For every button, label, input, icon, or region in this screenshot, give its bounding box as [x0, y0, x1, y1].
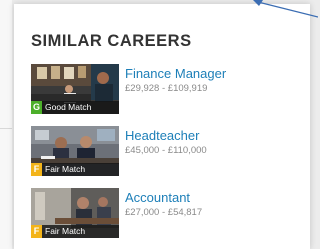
- match-label: Fair Match: [45, 226, 86, 236]
- salary-range: £45,000 - £110,000: [125, 145, 207, 156]
- match-code: F: [31, 225, 42, 238]
- match-badge: F Fair Match: [31, 225, 119, 238]
- career-name-link[interactable]: Finance Manager: [125, 66, 226, 81]
- career-name-link[interactable]: Headteacher: [125, 128, 199, 143]
- salary-range: £27,000 - £54,817: [125, 207, 203, 218]
- similar-careers-panel: SIMILAR CAREERS G Good Match Finance Man…: [14, 4, 310, 249]
- career-item[interactable]: G Good Match Finance Manager £29,928 - £…: [31, 64, 301, 114]
- match-badge: G Good Match: [31, 101, 119, 114]
- underlying-page-edge: [0, 0, 12, 249]
- career-item[interactable]: F Fair Match Headteacher £45,000 - £110,…: [31, 126, 301, 176]
- match-label: Fair Match: [45, 164, 86, 174]
- match-badge: F Fair Match: [31, 163, 119, 176]
- match-code: F: [31, 163, 42, 176]
- salary-range: £29,928 - £109,919: [125, 83, 208, 94]
- career-item[interactable]: F Fair Match Accountant £27,000 - £54,81…: [31, 188, 301, 238]
- career-thumbnail[interactable]: F Fair Match: [31, 126, 119, 176]
- divider: [0, 128, 12, 129]
- match-label: Good Match: [45, 102, 92, 112]
- career-thumbnail[interactable]: G Good Match: [31, 64, 119, 114]
- career-thumbnail[interactable]: F Fair Match: [31, 188, 119, 238]
- match-code: G: [31, 101, 42, 114]
- panel-title: SIMILAR CAREERS: [31, 32, 192, 50]
- career-name-link[interactable]: Accountant: [125, 190, 190, 205]
